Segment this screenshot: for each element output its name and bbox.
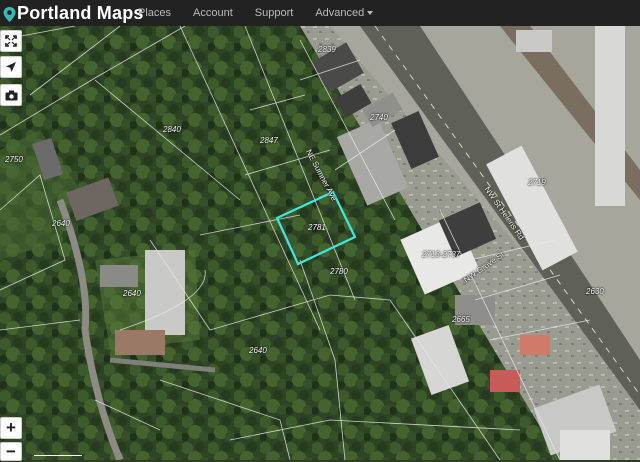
parcel-label-2750: 2750 <box>5 155 23 164</box>
scale-bar <box>34 455 82 461</box>
screenshot-button[interactable] <box>0 84 22 106</box>
parcel-label-2847: 2847 <box>260 136 278 145</box>
expand-icon <box>5 35 17 47</box>
portland-maps-logo[interactable]: Portland Maps <box>3 0 144 26</box>
parcel-label-2640-b: 2640 <box>123 289 141 298</box>
nav-places[interactable]: Places <box>127 7 182 19</box>
parcel-label-2665: 2665 <box>452 315 470 324</box>
parcel-label-2840: 2840 <box>163 125 181 134</box>
parcel-label-2839: 2839 <box>318 45 336 54</box>
parcel-label-2781: 2781 <box>308 223 326 232</box>
fullscreen-button[interactable] <box>0 30 22 52</box>
parcel-label-2640-a: 2640 <box>52 219 70 228</box>
parcel-label-2713-2737: 2713-2737 <box>422 250 461 259</box>
nav-support[interactable]: Support <box>244 7 305 19</box>
parcel-label-2780: 2780 <box>330 267 348 276</box>
map-view[interactable]: 2840 2847 2781 2780 2750 2640 2640 2640 … <box>0 26 640 460</box>
top-navigation-bar: Portland Maps Places Account Support Adv… <box>0 0 640 26</box>
nav-advanced-label: Advanced <box>315 7 365 19</box>
map-pin-icon <box>3 6 16 22</box>
logo-text: Portland Maps <box>17 2 144 23</box>
parcel-label-2640-c: 2640 <box>249 346 267 355</box>
parcel-label-2719: 2719 <box>528 178 546 187</box>
zoom-out-button[interactable]: − <box>0 442 22 461</box>
parcel-label-2740: 2740 <box>370 113 388 122</box>
main-nav: Places Account Support Advanced <box>127 0 384 26</box>
caret-down-icon <box>367 11 374 16</box>
location-arrow-icon <box>6 62 16 72</box>
parcel-label-2630: 2630 <box>586 287 604 296</box>
nav-advanced[interactable]: Advanced <box>304 7 384 19</box>
nav-account[interactable]: Account <box>182 7 244 19</box>
locate-button[interactable] <box>0 56 22 78</box>
camera-icon <box>5 90 17 100</box>
zoom-in-button[interactable]: + <box>0 417 22 439</box>
aerial-imagery <box>0 26 640 460</box>
